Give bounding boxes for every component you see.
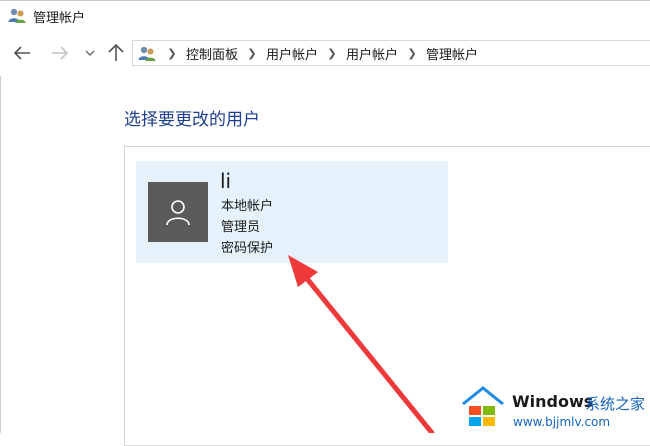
account-name: li xyxy=(220,169,232,193)
user-silhouette-icon xyxy=(166,200,190,226)
title-bar: 管理帐户 xyxy=(0,0,650,31)
watermark-brand: Windows xyxy=(512,392,594,411)
address-bar[interactable]: ❯ 控制面板 ❯ 用户帐户 ❯ 用户帐户 ❯ 管理帐户 xyxy=(132,40,650,66)
breadcrumb-user-accounts[interactable]: 用户帐户 xyxy=(261,44,323,63)
account-tile-li[interactable]: li 本地帐户 管理员 密码保护 xyxy=(136,161,448,263)
back-arrow-icon[interactable] xyxy=(11,42,33,64)
watermark-url: www.bjjmlv.com xyxy=(513,415,611,429)
watermark: Windows 系统之家 www.bjjmlv.com xyxy=(460,382,650,432)
windows-logo-icon xyxy=(462,386,504,426)
chevron-right-icon[interactable]: ❯ xyxy=(403,47,421,60)
account-role: 管理员 xyxy=(221,220,261,235)
breadcrumb-user-accounts-sub[interactable]: 用户帐户 xyxy=(341,44,403,63)
breadcrumb-control-panel[interactable]: 控制面板 xyxy=(181,44,243,63)
chevron-right-icon[interactable]: ❯ xyxy=(163,47,181,60)
watermark-site-name: 系统之家 xyxy=(585,395,646,413)
users-control-panel-icon xyxy=(8,8,26,23)
breadcrumb-manage-accounts[interactable]: 管理帐户 xyxy=(421,44,483,63)
page-title: 选择要更改的用户 xyxy=(124,110,260,130)
avatar xyxy=(148,182,208,242)
account-protection: 密码保护 xyxy=(221,241,274,256)
breadcrumb: ❯ 控制面板 ❯ 用户帐户 ❯ 用户帐户 ❯ 管理帐户 xyxy=(163,41,483,65)
forward-arrow-icon[interactable] xyxy=(49,42,71,64)
up-arrow-icon[interactable] xyxy=(105,42,127,64)
chevron-down-icon[interactable] xyxy=(79,42,101,64)
account-type: 本地帐户 xyxy=(221,199,274,214)
window-left-border xyxy=(0,76,1,433)
chevron-right-icon[interactable]: ❯ xyxy=(323,47,341,60)
chevron-right-icon[interactable]: ❯ xyxy=(243,47,261,60)
users-control-panel-icon xyxy=(138,46,156,61)
window-title: 管理帐户 xyxy=(33,11,86,26)
